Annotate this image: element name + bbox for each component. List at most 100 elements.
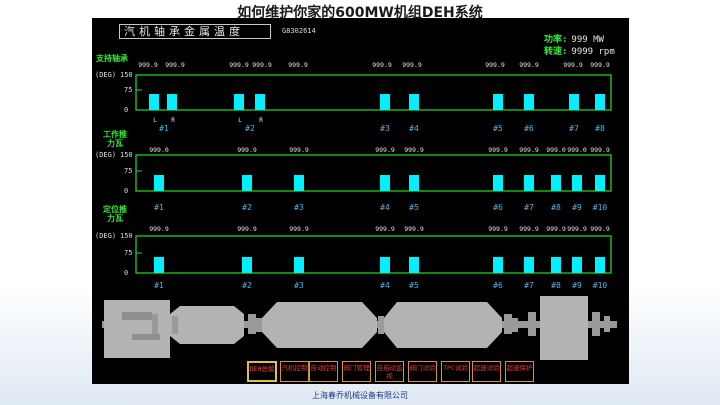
section-3-bar-2 (242, 257, 252, 273)
section-3-bar-4 (380, 257, 390, 273)
section-2-readout-9: 999.0 (567, 146, 587, 154)
section-2-bar-3 (294, 175, 304, 191)
section-3-frame (135, 235, 612, 274)
section-1-readout-7: 999.9 (402, 61, 422, 69)
section-1-bar-5 (380, 94, 390, 110)
section-1-tick-5: #5 (493, 124, 503, 133)
section-1-readout-3: 999.9 (229, 61, 249, 69)
section-1-tick-4: #4 (409, 124, 419, 133)
section-1-readout-11: 999.9 (590, 61, 610, 69)
section-3-readout-6: 999.9 (488, 225, 508, 233)
section-3-readout-10: 999.9 (590, 225, 610, 233)
section-1-readout-1: 999.9 (138, 61, 158, 69)
hp-detail-2 (132, 334, 160, 340)
section-1-bar-4 (255, 94, 265, 110)
section-3-readout-1: 999.9 (149, 225, 169, 233)
section-2-readout-1: 999.0 (149, 146, 169, 154)
section-1-bar-8 (524, 94, 534, 110)
section-2-tick-6: #6 (493, 203, 503, 212)
section-2-readout-10: 999.9 (590, 146, 610, 154)
section-2-readout-5: 999.9 (404, 146, 424, 154)
section-3-readout-7: 999.9 (519, 225, 539, 233)
turbine-diagram (102, 296, 617, 360)
nav-button-8[interactable]: 超速试验 (472, 361, 501, 382)
section-2-tick-5: #5 (409, 203, 419, 212)
section-1-readout-5: 999.9 (288, 61, 308, 69)
section-2-tick-10: #10 (592, 203, 608, 212)
section-3-bar-6 (493, 257, 503, 273)
section-3-readout-5: 999.9 (404, 225, 424, 233)
section-2-readout-4: 999.9 (375, 146, 395, 154)
section-2-bar-1 (154, 175, 164, 191)
nav-button-9[interactable]: 超速保护 (505, 361, 534, 382)
section-2-tick-7: #7 (524, 203, 534, 212)
section-3-bar-1 (154, 257, 164, 273)
hp-casing (104, 300, 170, 358)
nav-button-6[interactable]: 阀门试验 (408, 361, 437, 382)
section-1-readout-4: 999.9 (252, 61, 272, 69)
section-1-bar-6 (409, 94, 419, 110)
section-2-tick-2: #2 (242, 203, 252, 212)
nav-button-5[interactable]: 自启动监视 (375, 361, 404, 382)
section-2-bar-9 (572, 175, 582, 191)
section-1-readout-6: 999.9 (372, 61, 392, 69)
hp-detail (122, 312, 152, 320)
section-3-bar-9 (572, 257, 582, 273)
lp-a-casing (262, 302, 377, 348)
section-2-tick-1: #1 (154, 203, 164, 212)
section-1-tick-2: #2 (245, 124, 255, 133)
section-3-readout-8: 999.9 (546, 225, 566, 233)
section-1-bar-1 (149, 94, 159, 110)
section-2-frame (135, 154, 612, 192)
section-2-bar-5 (409, 175, 419, 191)
section-3-bar-8 (551, 257, 561, 273)
nav-button-1[interactable]: DEH总貌 (247, 361, 277, 382)
section-1-tick-1: #1 (159, 124, 169, 133)
section-1-bar-9 (569, 94, 579, 110)
section-2-tick-9: #9 (572, 203, 582, 212)
nav-button-2[interactable]: 汽机控制 (280, 361, 309, 382)
section-1-bar-10 (595, 94, 605, 110)
section-2-readout-2: 999.9 (237, 146, 257, 154)
section-1-side-label-2: R (171, 117, 175, 124)
section-1-bar-3 (234, 94, 244, 110)
ip-casing (170, 306, 244, 344)
section-2-bar-10 (595, 175, 605, 191)
slide-footer: 上海春乔机械设备有限公司 (312, 391, 408, 400)
section-1-tick-6: #6 (524, 124, 534, 133)
section-1-side-label-1: L (153, 117, 157, 124)
lp-b-casing (384, 302, 502, 348)
nav-button-3[interactable]: 自动控制 (309, 361, 338, 382)
section-3-readout-9: 999.9 (567, 225, 587, 233)
section-1-readout-10: 999.9 (563, 61, 583, 69)
section-2-bar-2 (242, 175, 252, 191)
section-2-tick-3: #3 (294, 203, 304, 212)
section-3-readout-2: 999.9 (237, 225, 257, 233)
section-1-readout-8: 999.9 (485, 61, 505, 69)
section-1-tick-3: #3 (380, 124, 390, 133)
section-2-readout-7: 999.9 (519, 146, 539, 154)
section-2-bar-6 (493, 175, 503, 191)
generator (540, 296, 588, 360)
section-3-bar-5 (409, 257, 419, 273)
section-3-bar-3 (294, 257, 304, 273)
section-2-readout-6: 999.9 (488, 146, 508, 154)
section-3-readout-3: 999.9 (289, 225, 309, 233)
section-2-tick-8: #8 (551, 203, 561, 212)
section-1-tick-7: #7 (569, 124, 579, 133)
section-1-side-label-3: L (238, 117, 242, 124)
section-1-tick-8: #8 (595, 124, 605, 133)
section-1-readout-2: 999.9 (165, 61, 185, 69)
section-2-readout-8: 999.0 (546, 146, 566, 154)
section-3-readout-4: 999.9 (375, 225, 395, 233)
deh-screen: 汽机轴承金属温度 G8302614 功率: 999 MW 转速: 9999 rpm … (92, 18, 629, 384)
section-2-bar-8 (551, 175, 561, 191)
section-2-bar-4 (380, 175, 390, 191)
nav-button-4[interactable]: 阀门管理 (342, 361, 371, 382)
nav-button-7[interactable]: TPC试验 (441, 361, 470, 382)
section-2-tick-4: #4 (380, 203, 390, 212)
section-1-bar-7 (493, 94, 503, 110)
section-2-readout-3: 999.9 (289, 146, 309, 154)
section-2-bar-7 (524, 175, 534, 191)
section-3-bar-10 (595, 257, 605, 273)
